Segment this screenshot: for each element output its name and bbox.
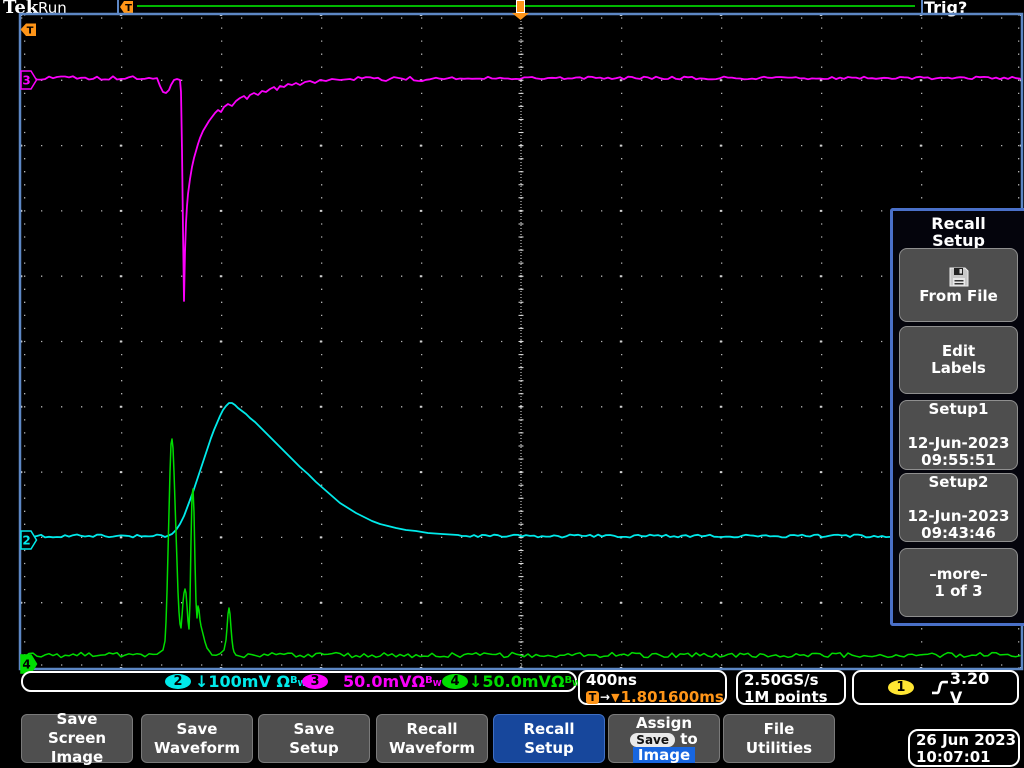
trigger-level: 3.20 V: [950, 669, 1007, 707]
ch4-readout: ↓50.0mVΩBW: [469, 672, 581, 691]
menu-button-setup1[interactable]: Setup1 12-Jun-2023 09:55:51: [899, 400, 1018, 470]
button-save-waveform[interactable]: Save Waveform: [141, 714, 253, 763]
button-file-utilities[interactable]: File Utilities: [723, 714, 835, 763]
timebase-readout: 400ns T → ▼ 1.801600ms: [578, 670, 727, 705]
ch4-badge: 4: [442, 674, 468, 689]
assign-target: Image: [633, 747, 695, 763]
menu-button-edit-labels[interactable]: Edit Labels: [899, 326, 1018, 394]
assign-line2: Save to: [630, 731, 697, 747]
channel-marker-number: 4: [22, 658, 30, 672]
delay-t-icon: T: [586, 691, 599, 704]
trigger-source-badge: 1: [888, 680, 914, 695]
menu-button-label: Setup2 12-Jun-2023 09:43:46: [907, 474, 1009, 542]
menu-button-label: From File: [919, 288, 998, 305]
trigger-reference-letter: T: [27, 26, 34, 37]
record-length: 1M points: [744, 689, 844, 706]
button-save-setup[interactable]: Save Setup: [258, 714, 370, 763]
ch2-badge: 2: [165, 674, 191, 689]
channel-readout-bar: 2 ↓100mV ΩBW 3 50.0mVΩBW 4 ↓50.0mVΩBW: [21, 671, 577, 692]
waveform-display: [0, 0, 1024, 768]
button-recall-setup[interactable]: Recall Setup: [493, 714, 605, 763]
menu-button-from-file[interactable]: From File: [899, 248, 1018, 322]
side-menu-title: Recall Setup: [893, 211, 1024, 249]
assign-line1: Assign: [636, 715, 692, 731]
channel-marker-2[interactable]: 2: [20, 530, 38, 550]
button-assign-save-to[interactable]: Assign Save to Image: [608, 714, 720, 763]
menu-button-more[interactable]: –more– 1 of 3: [899, 548, 1018, 617]
sample-rate: 2.50GS/s: [744, 672, 844, 689]
timebase-scale: 400ns: [586, 672, 725, 689]
menu-button-label: –more– 1 of 3: [929, 566, 988, 600]
oscilloscope-screen: Tek Run T Trig? 324 T Recall Setup From …: [0, 0, 1024, 768]
ch3-readout: 50.0mVΩBW: [343, 672, 442, 691]
side-menu-panel: Recall Setup From File Edit Labels Setup…: [890, 208, 1024, 626]
ch3-badge: 3: [302, 674, 328, 689]
datetime-display: 26 Jun 2023 10:07:01: [908, 729, 1020, 767]
delay-value: 1.801600ms: [621, 688, 724, 706]
trigger-reference-marker[interactable]: T: [20, 23, 37, 37]
rising-edge-icon: [930, 679, 950, 696]
delay-arrow-icon: →: [600, 690, 610, 704]
trigger-position-marker[interactable]: [511, 0, 530, 21]
channel-marker-number: 2: [22, 534, 30, 548]
acquisition-readout: 2.50GS/s 1M points: [736, 670, 846, 705]
timebase-delay: T → ▼ 1.801600ms: [586, 689, 725, 705]
channel-marker-number: 3: [22, 74, 30, 88]
menu-button-label: Edit Labels: [931, 343, 986, 377]
menu-button-setup2[interactable]: Setup2 12-Jun-2023 09:43:46: [899, 473, 1018, 542]
ch2-readout: ↓100mV ΩBW: [195, 672, 307, 691]
trigger-readout: 1 3.20 V: [852, 670, 1019, 705]
button-recall-waveform[interactable]: Recall Waveform: [376, 714, 488, 763]
time: 10:07:01: [916, 749, 1018, 766]
floppy-disk-icon: [948, 266, 970, 288]
delay-triangle-icon: ▼: [611, 691, 619, 704]
channel-marker-3[interactable]: 3: [20, 70, 38, 90]
button-save-screen-image[interactable]: Save Screen Image: [21, 714, 133, 763]
date: 26 Jun 2023: [916, 732, 1018, 749]
menu-button-label: Setup1 12-Jun-2023 09:55:51: [907, 401, 1009, 469]
waveform-ch2: [21, 403, 890, 538]
save-key-badge: Save: [630, 733, 675, 747]
